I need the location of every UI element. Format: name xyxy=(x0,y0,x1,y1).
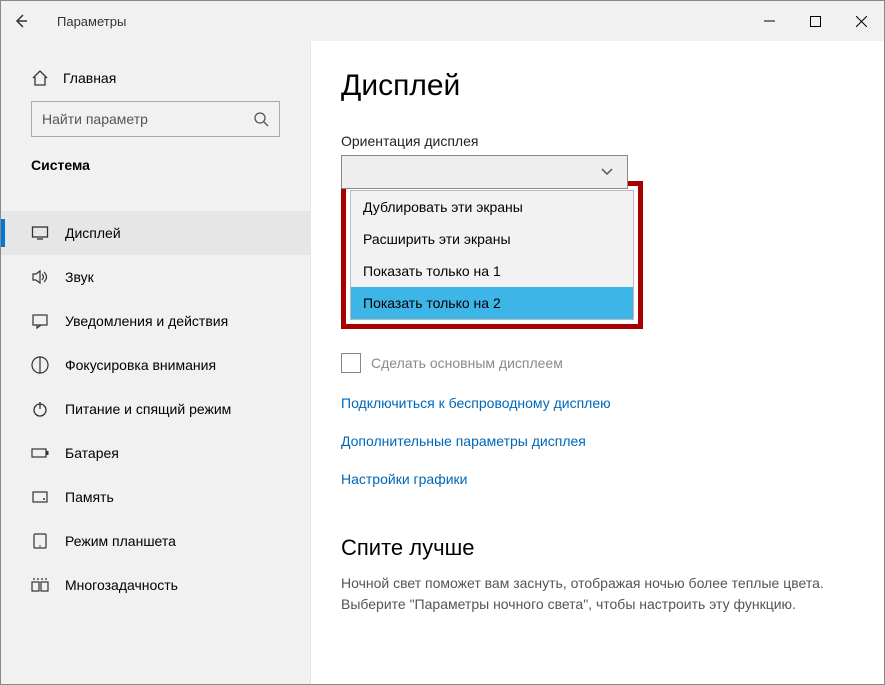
sidebar-item-label: Дисплей xyxy=(65,225,121,241)
sidebar-item-label: Звук xyxy=(65,269,94,285)
highlight-annotation: Дублировать эти экраны Расширить эти экр… xyxy=(341,181,643,329)
power-icon xyxy=(31,400,49,418)
orientation-dropdown[interactable] xyxy=(341,155,628,189)
tablet-icon xyxy=(31,532,49,550)
dropdown-list: Дублировать эти экраны Расширить эти экр… xyxy=(350,190,634,320)
close-button[interactable] xyxy=(838,1,884,41)
sidebar-item-power[interactable]: Питание и спящий режим xyxy=(1,387,310,431)
search-input[interactable] xyxy=(42,111,269,127)
sidebar-item-sound[interactable]: Звук xyxy=(1,255,310,299)
sidebar-item-storage[interactable]: Память xyxy=(1,475,310,519)
link-wireless-display[interactable]: Подключиться к беспроводному дисплею xyxy=(341,395,854,411)
sidebar-item-label: Многозадачность xyxy=(65,577,178,593)
sidebar-home[interactable]: Главная xyxy=(1,61,310,101)
chevron-down-icon xyxy=(601,167,613,177)
multitask-icon xyxy=(31,576,49,594)
link-advanced-display[interactable]: Дополнительные параметры дисплея xyxy=(341,433,854,449)
make-primary-label: Сделать основным дисплеем xyxy=(371,355,563,371)
focus-icon xyxy=(31,356,49,374)
sidebar-item-multitask[interactable]: Многозадачность xyxy=(1,563,310,607)
titlebar: Параметры xyxy=(1,1,884,41)
home-icon xyxy=(31,69,49,87)
sidebar-home-label: Главная xyxy=(63,70,116,86)
notifications-icon xyxy=(31,312,49,330)
back-button[interactable] xyxy=(1,1,41,41)
dropdown-option-selected[interactable]: Показать только на 2 xyxy=(351,287,633,319)
page-title: Дисплей xyxy=(341,69,854,103)
dropdown-option[interactable]: Расширить эти экраны xyxy=(351,223,633,255)
sidebar-item-label: Фокусировка внимания xyxy=(65,357,216,373)
search-icon xyxy=(253,111,269,127)
orientation-label: Ориентация дисплея xyxy=(341,133,854,149)
maximize-button[interactable] xyxy=(792,1,838,41)
display-icon xyxy=(31,224,49,242)
maximize-icon xyxy=(810,16,821,27)
minimize-button[interactable] xyxy=(746,1,792,41)
sidebar-item-focus[interactable]: Фокусировка внимания xyxy=(1,343,310,387)
dropdown-option[interactable]: Показать только на 1 xyxy=(351,255,633,287)
make-primary-row: Сделать основным дисплеем xyxy=(341,353,854,373)
search-input-wrapper[interactable] xyxy=(31,101,280,137)
dropdown-option[interactable]: Дублировать эти экраны xyxy=(351,191,633,223)
sidebar-item-label: Батарея xyxy=(65,445,119,461)
link-graphics-settings[interactable]: Настройки графики xyxy=(341,471,854,487)
sidebar-item-tablet[interactable]: Режим планшета xyxy=(1,519,310,563)
sidebar-item-battery[interactable]: Батарея xyxy=(1,431,310,475)
window-title: Параметры xyxy=(41,14,126,29)
close-icon xyxy=(856,16,867,27)
sidebar-item-label: Память xyxy=(65,489,114,505)
arrow-left-icon xyxy=(13,13,29,29)
storage-icon xyxy=(31,488,49,506)
battery-icon xyxy=(31,444,49,462)
make-primary-checkbox[interactable] xyxy=(341,353,361,373)
sidebar-category: Система xyxy=(1,157,310,187)
sidebar-item-label: Режим планшета xyxy=(65,533,176,549)
sidebar-item-label: Питание и спящий режим xyxy=(65,401,231,417)
sound-icon xyxy=(31,268,49,286)
sleep-body: Ночной свет поможет вам заснуть, отображ… xyxy=(341,573,854,615)
sidebar-item-display[interactable]: Дисплей xyxy=(1,211,310,255)
sidebar-item-notifications[interactable]: Уведомления и действия xyxy=(1,299,310,343)
sleep-heading: Спите лучше xyxy=(341,535,854,561)
main-content: Дисплей Ориентация дисплея Дублировать э… xyxy=(311,41,884,684)
sidebar: Главная Система Дисплей Звук Уведомле xyxy=(1,41,311,684)
sidebar-nav: Дисплей Звук Уведомления и действия Фоку… xyxy=(1,211,310,607)
minimize-icon xyxy=(764,16,775,27)
sidebar-item-label: Уведомления и действия xyxy=(65,313,228,329)
